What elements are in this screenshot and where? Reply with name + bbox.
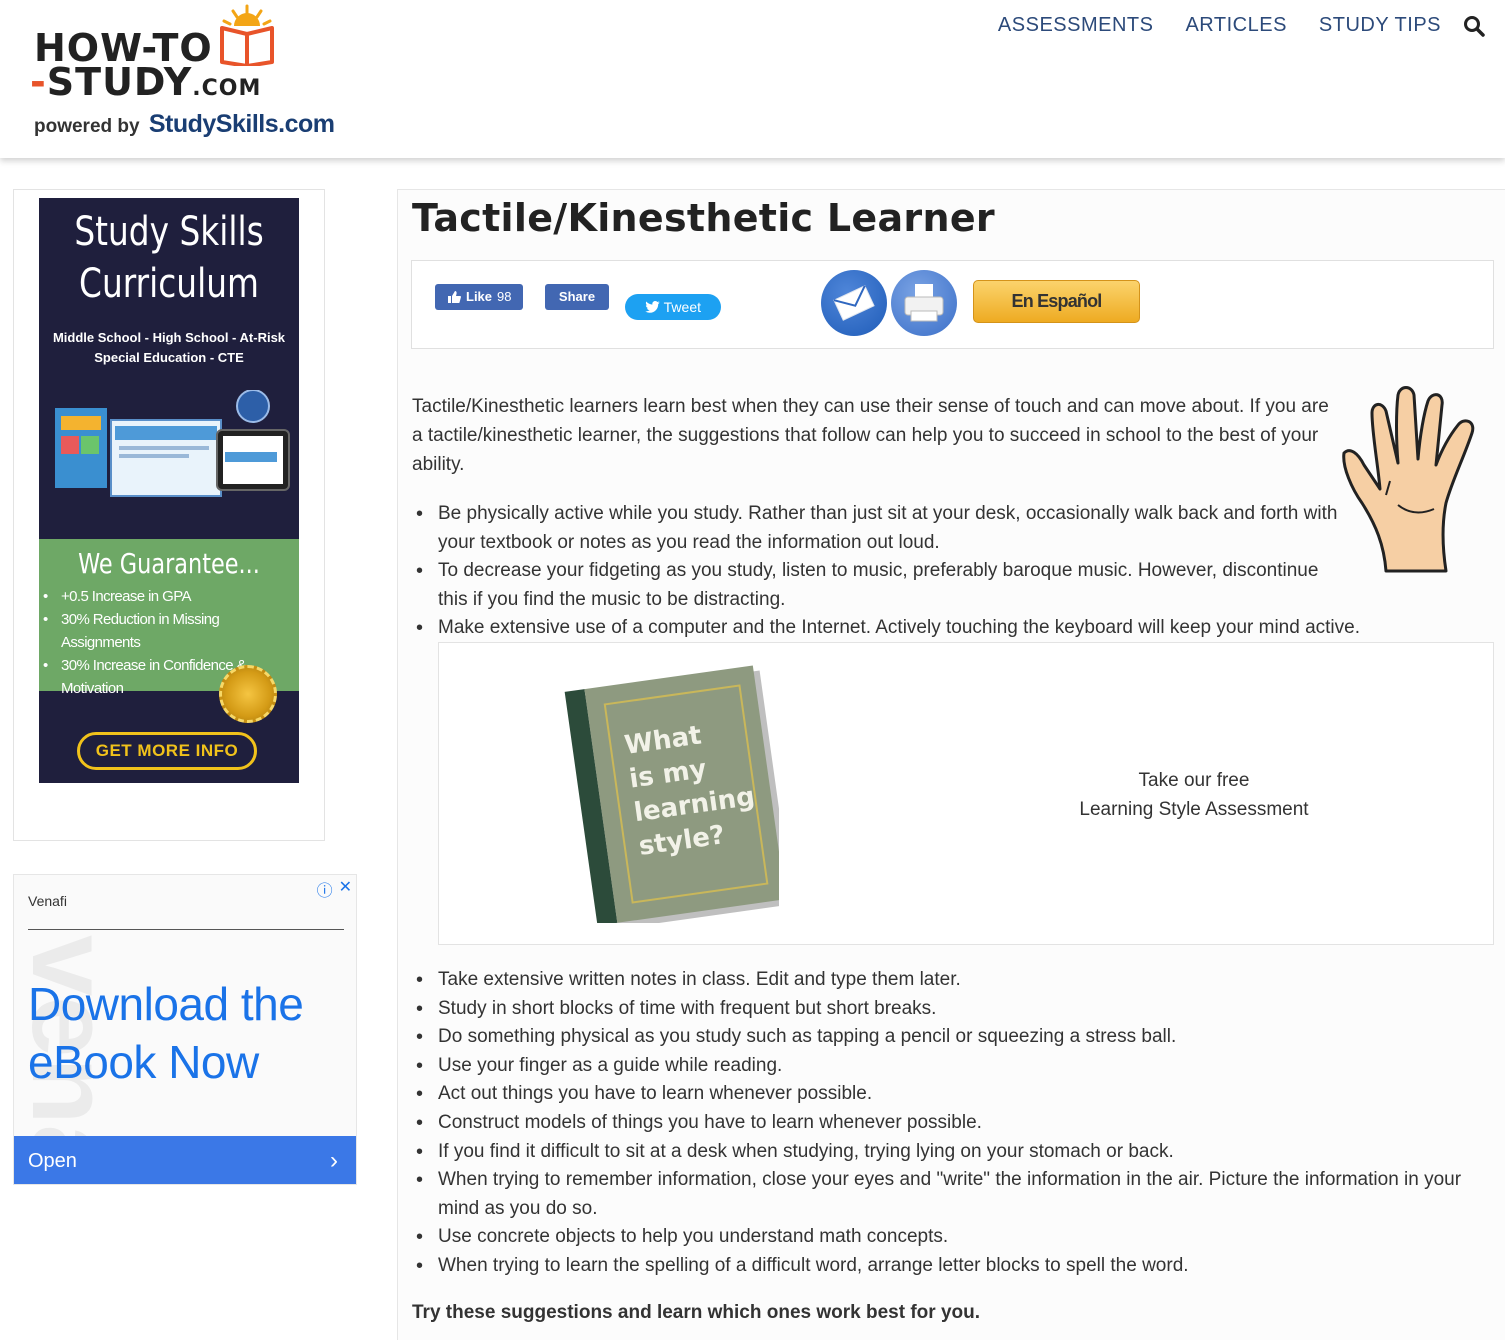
ad-advertiser: Venafi bbox=[28, 893, 67, 909]
facebook-share-button[interactable]: Share bbox=[545, 284, 609, 310]
product-bundle-image bbox=[55, 390, 290, 497]
en-espanol-button[interactable]: En Español bbox=[973, 280, 1140, 323]
list-item: When trying to learn the spelling of a d… bbox=[416, 1252, 1498, 1281]
guarantee-item: 30% Reduction in Missing Assignments bbox=[43, 608, 299, 654]
guarantee-title: We Guarantee... bbox=[78, 547, 260, 580]
sidebar-display-ad[interactable]: venafi ⓘ ✕ Venafi Download the eBook Now… bbox=[13, 874, 357, 1185]
tweet-button[interactable]: Tweet bbox=[625, 294, 721, 320]
logo-study: -STUDY.COM bbox=[30, 60, 262, 104]
learning-style-book-image: What is my learning style? bbox=[564, 665, 779, 923]
list-item: When trying to remember information, clo… bbox=[416, 1166, 1498, 1223]
share-bar: Like 98 Share Tweet En Español bbox=[411, 260, 1494, 349]
list-item: If you find it difficult to sit at a des… bbox=[416, 1138, 1498, 1167]
learning-style-assessment-box[interactable]: What is my learning style? Take our free… bbox=[438, 642, 1494, 945]
print-button[interactable] bbox=[891, 270, 957, 336]
email-icon bbox=[833, 285, 875, 321]
ad-headline[interactable]: Download the eBook Now bbox=[28, 975, 348, 1091]
facebook-like-button[interactable]: Like 98 bbox=[435, 284, 524, 310]
hand-image bbox=[1342, 386, 1475, 573]
promo-title: Study Skills Curriculum bbox=[74, 209, 264, 307]
ad-open-button[interactable]: Open › bbox=[14, 1136, 356, 1184]
ad-controls: ⓘ ✕ bbox=[317, 877, 352, 901]
page-title: Tactile/Kinesthetic Learner bbox=[412, 196, 995, 240]
search-icon[interactable] bbox=[1463, 15, 1485, 37]
list-item: Do something physical as you study such … bbox=[416, 1023, 1498, 1052]
money-back-seal-icon bbox=[219, 665, 277, 723]
twitter-bird-icon bbox=[645, 301, 660, 313]
guarantee-panel: We Guarantee... +0.5 Increase in GPA 30%… bbox=[39, 539, 299, 723]
ad-close-icon[interactable]: ✕ bbox=[339, 877, 352, 901]
intro-paragraph: Tactile/Kinesthetic learners learn best … bbox=[412, 396, 1329, 475]
chevron-right-icon: › bbox=[330, 1147, 338, 1174]
book-logo-icon bbox=[220, 4, 274, 66]
thumbs-up-icon bbox=[448, 291, 461, 303]
site-header: HOW-TO -STUDY.COM powered by StudySkills… bbox=[0, 0, 1505, 158]
list-item: Act out things you have to learn wheneve… bbox=[416, 1080, 1498, 1109]
nav-assessments[interactable]: ASSESSMENTS bbox=[998, 14, 1154, 37]
like-count: 98 bbox=[497, 289, 512, 304]
sidebar-promo-box: Study Skills Curriculum Middle School - H… bbox=[13, 189, 325, 841]
curriculum-promo-banner[interactable]: Study Skills Curriculum Middle School - H… bbox=[39, 198, 299, 783]
list-item: Construct models of things you have to l… bbox=[416, 1109, 1498, 1138]
main-nav: ASSESSMENTS ARTICLES STUDY TIPS bbox=[966, 14, 1485, 37]
print-icon bbox=[904, 284, 944, 322]
ad-info-icon[interactable]: ⓘ bbox=[317, 877, 333, 901]
list-item: To decrease your fidgeting as you study,… bbox=[416, 557, 1338, 614]
get-more-info-button[interactable]: GET MORE INFO bbox=[77, 732, 257, 770]
list-item: Study in short blocks of time with frequ… bbox=[416, 995, 1498, 1024]
tips-list-part1: Be physically active while you study. Ra… bbox=[416, 500, 1360, 643]
assessment-link[interactable]: Take our free Learning Style Assessment bbox=[999, 766, 1389, 824]
email-button[interactable] bbox=[821, 270, 887, 336]
nav-articles[interactable]: ARTICLES bbox=[1185, 14, 1286, 37]
list-item: Be physically active while you study. Ra… bbox=[416, 500, 1338, 557]
article-content: Tactile/Kinesthetic Learner Like 98 Shar… bbox=[397, 189, 1505, 1340]
ad-divider bbox=[28, 929, 344, 930]
list-item: Use your finger as a guide while reading… bbox=[416, 1052, 1498, 1081]
list-item: Take extensive written notes in class. E… bbox=[416, 966, 1498, 995]
guarantee-item: +0.5 Increase in GPA bbox=[43, 585, 299, 608]
logo-powered-by: powered by StudySkills.com bbox=[34, 110, 335, 138]
list-item: Use concrete objects to help you underst… bbox=[416, 1223, 1498, 1252]
site-logo[interactable]: HOW-TO -STUDY.COM powered by StudySkills… bbox=[30, 4, 350, 144]
list-item: Make extensive use of a computer and the… bbox=[416, 614, 1498, 643]
nav-study-tips[interactable]: STUDY TIPS bbox=[1319, 14, 1441, 37]
promo-subtitle: Middle School - High School - At-Risk Spe… bbox=[52, 330, 286, 365]
tips-list-part2: Take extensive written notes in class. E… bbox=[416, 966, 1498, 1281]
closing-statement: Try these suggestions and learn which on… bbox=[412, 1302, 981, 1323]
